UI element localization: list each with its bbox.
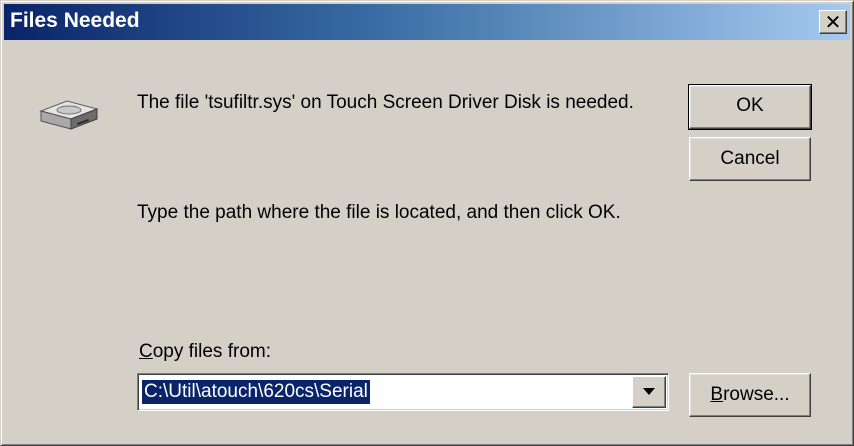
dialog-title: Files Needed [10, 9, 140, 32]
copy-label-text: opy files from: [152, 341, 271, 362]
ok-button[interactable]: OK [688, 84, 812, 130]
copy-files-from-combobox[interactable]: C:\Util\atouch\620cs\Serial [137, 373, 669, 411]
cancel-button[interactable]: Cancel [689, 137, 811, 181]
path-input-value[interactable]: C:\Util\atouch\620cs\Serial [142, 380, 370, 404]
browse-label: rowse... [723, 384, 790, 405]
close-icon: ✕ [824, 10, 842, 34]
instruction-message: Type the path where the file is located,… [137, 202, 621, 223]
files-needed-dialog: Files Needed ✕ The file 'tsufiltr.sys' o… [0, 0, 854, 446]
browse-button[interactable]: Browse... [689, 373, 811, 417]
disk-drive-icon [37, 95, 101, 140]
copy-files-from-label: Copy files from: [139, 341, 271, 363]
copy-label-accelerator: C [139, 341, 153, 362]
chevron-down-icon [643, 388, 655, 395]
file-needed-message: The file 'tsufiltr.sys' on Touch Screen … [137, 92, 634, 113]
title-bar: Files Needed ✕ [4, 4, 850, 40]
dropdown-button[interactable] [632, 376, 666, 408]
close-button[interactable]: ✕ [819, 10, 847, 34]
browse-accelerator: B [710, 384, 724, 405]
